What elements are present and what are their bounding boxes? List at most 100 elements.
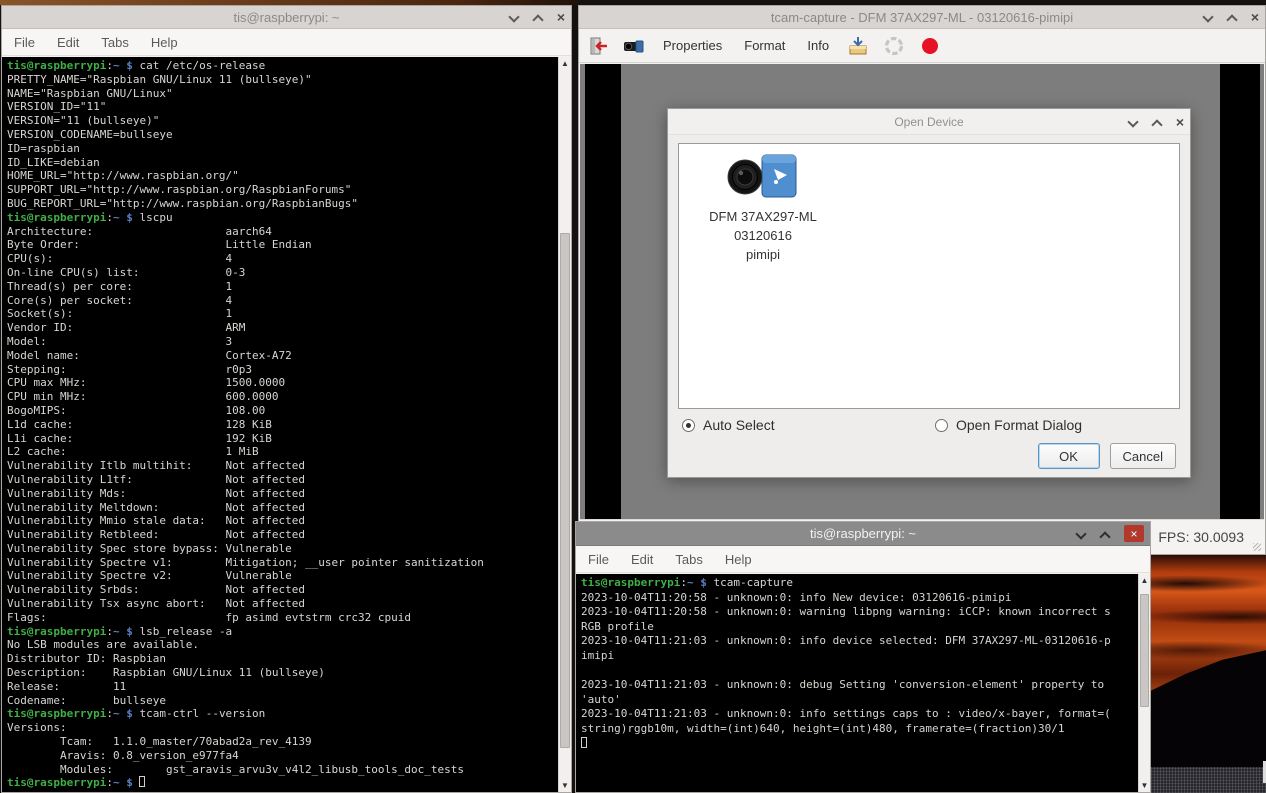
terminal-line: BUG_REPORT_URL="http://www.raspbian.org/… (7, 197, 558, 211)
maximize-icon[interactable] (1227, 12, 1237, 22)
desktop-wallpaper-sunset (1151, 555, 1266, 793)
terminal-line: Thread(s) per core: 1 (7, 280, 558, 294)
radio-checked-icon[interactable] (682, 419, 695, 432)
menu-tabs[interactable]: Tabs (675, 552, 702, 567)
dialog-options: Auto Select Open Format Dialog (680, 417, 1178, 437)
terminal-cursor (139, 776, 145, 787)
terminal-line: Description: Raspbian GNU/Linux 11 (bull… (7, 666, 558, 680)
menu-edit[interactable]: Edit (631, 552, 653, 567)
maximize-icon[interactable] (1152, 117, 1162, 127)
terminal-line: 2023-10-04T11:20:58 - unknown:0: info Ne… (581, 591, 1138, 606)
terminal-line: Distributor ID: Raspbian (7, 652, 558, 666)
terminal-line: Vulnerability Retbleed: Not affected (7, 528, 558, 542)
format-button[interactable]: Format (740, 36, 789, 55)
device-type: pimipi (697, 245, 829, 264)
terminal-left-title: tis@raspberrypi: ~ (233, 10, 339, 25)
terminal-line: ID_LIKE=debian (7, 156, 558, 170)
terminal-line: Byte Order: Little Endian (7, 238, 558, 252)
close-icon[interactable]: × (557, 12, 565, 22)
terminal-left-titlebar[interactable]: tis@raspberrypi: ~ × (2, 6, 571, 29)
scroll-up-icon[interactable]: ▲ (559, 59, 571, 68)
info-button[interactable]: Info (803, 36, 833, 55)
terminal-line: Socket(s): 1 (7, 307, 558, 321)
terminal-left-menubar: File Edit Tabs Help (2, 29, 571, 56)
scroll-down-icon[interactable]: ▼ (559, 781, 571, 790)
terminal-line: Model: 3 (7, 335, 558, 349)
menu-tabs[interactable]: Tabs (101, 35, 128, 50)
shutter-icon[interactable] (883, 35, 905, 57)
exit-icon[interactable] (587, 35, 609, 57)
terminal-line (581, 664, 1138, 679)
terminal-line: On-line CPU(s) list: 0-3 (7, 266, 558, 280)
terminal-bottom-titlebar[interactable]: tis@raspberrypi: ~ × (576, 522, 1150, 546)
terminal-line: CPU(s): 4 (7, 252, 558, 266)
scrollbar-thumb[interactable] (1140, 594, 1149, 707)
menu-file[interactable]: File (14, 35, 35, 50)
terminal-line: Vulnerability Mmio stale data: Not affec… (7, 514, 558, 528)
menu-help[interactable]: Help (151, 35, 178, 50)
device-list-item[interactable]: DFM 37AX297-ML 03120616 pimipi (697, 152, 829, 264)
save-image-icon[interactable] (847, 35, 869, 57)
terminal-line: tis@raspberrypi:~ $ tcam-ctrl --version (7, 707, 558, 721)
scrollbar-thumb[interactable] (560, 233, 570, 748)
open-format-dialog-option[interactable]: Open Format Dialog (935, 417, 1082, 433)
terminal-line: VERSION="11 (bullseye)" (7, 114, 558, 128)
exit-icon-svg (588, 36, 608, 56)
maximize-icon[interactable] (1100, 529, 1110, 539)
scroll-up-icon[interactable]: ▲ (1139, 576, 1150, 585)
terminal-line: tis@raspberrypi:~ $ (7, 776, 558, 790)
terminal-bottom-scrollbar[interactable]: ▲ ▼ (1138, 574, 1150, 792)
terminal-line: Vulnerability Spec store bypass: Vulnera… (7, 542, 558, 556)
dialog-titlebar[interactable]: Open Device × (668, 109, 1190, 135)
maximize-icon[interactable] (533, 12, 543, 22)
desktop: tcam-capture - DFM 37AX297-ML - 03120616… (0, 0, 1266, 793)
terminal-line: HOME_URL="http://www.raspbian.org/" (7, 169, 558, 183)
close-icon[interactable]: × (1176, 117, 1184, 127)
terminal-line: Vulnerability Srbds: Not affected (7, 583, 558, 597)
terminal-line: 'auto' (581, 693, 1138, 708)
terminal-line: tis@raspberrypi:~ $ lsb_release -a (7, 625, 558, 639)
terminal-line: Modules: gst_aravis_arvu3v_v4l2_libusb_t… (7, 763, 558, 777)
menu-file[interactable]: File (588, 552, 609, 567)
record-icon[interactable] (919, 35, 941, 57)
device-serial: 03120616 (697, 226, 829, 245)
tcam-titlebar[interactable]: tcam-capture - DFM 37AX297-ML - 03120616… (579, 6, 1265, 29)
terminal-line: Vulnerability Itlb multihit: Not affecte… (7, 459, 558, 473)
dialog-title: Open Device (894, 115, 963, 129)
terminal-cursor (581, 737, 587, 748)
shade-icon[interactable] (1128, 117, 1138, 127)
ok-button[interactable]: OK (1038, 443, 1100, 469)
shade-icon[interactable] (1076, 529, 1086, 539)
tcam-window-title: tcam-capture - DFM 37AX297-ML - 03120616… (771, 10, 1073, 25)
camera-icon[interactable] (623, 35, 645, 57)
terminal-line: BogoMIPS: 108.00 (7, 404, 558, 418)
close-icon[interactable]: × (1251, 12, 1259, 22)
radio-unchecked-icon[interactable] (935, 419, 948, 432)
menu-help[interactable]: Help (725, 552, 752, 567)
terminal-line: Aravis: 0.8_version_e977fa4 (7, 749, 558, 763)
terminal-line: ID=raspbian (7, 142, 558, 156)
terminal-line: Vulnerability Spectre v2: Vulnerable (7, 569, 558, 583)
cancel-button[interactable]: Cancel (1110, 443, 1176, 469)
terminal-line: Vulnerability Spectre v1: Mitigation; __… (7, 556, 558, 570)
terminal-line: 2023-10-04T11:21:03 - unknown:0: info de… (581, 634, 1138, 649)
terminal-window-left: tis@raspberrypi: ~ × File Edit Tabs Help… (1, 5, 572, 793)
video-black-bar-left (585, 64, 621, 519)
terminal-line: PRETTY_NAME="Raspbian GNU/Linux 11 (bull… (7, 73, 558, 87)
scroll-down-icon[interactable]: ▼ (1139, 781, 1150, 790)
terminal-left-scrollbar[interactable]: ▲ ▼ (558, 57, 571, 792)
menu-edit[interactable]: Edit (57, 35, 79, 50)
terminal-line: L1i cache: 192 KiB (7, 432, 558, 446)
terminal-line (581, 737, 1138, 752)
shade-icon[interactable] (509, 12, 519, 22)
resize-grip[interactable] (1253, 543, 1261, 551)
terminal-line: Stepping: r0p3 (7, 363, 558, 377)
fps-readout: FPS: 30.0093 (1158, 529, 1264, 545)
auto-select-label: Auto Select (703, 417, 775, 433)
terminal-line: tis@raspberrypi:~ $ cat /etc/os-release (7, 59, 558, 73)
properties-button[interactable]: Properties (659, 36, 726, 55)
close-icon[interactable]: × (1124, 525, 1144, 542)
auto-select-option[interactable]: Auto Select (682, 417, 775, 433)
shade-icon[interactable] (1203, 12, 1213, 22)
terminal-left-output: tis@raspberrypi:~ $ cat /etc/os-releaseP… (2, 57, 558, 792)
